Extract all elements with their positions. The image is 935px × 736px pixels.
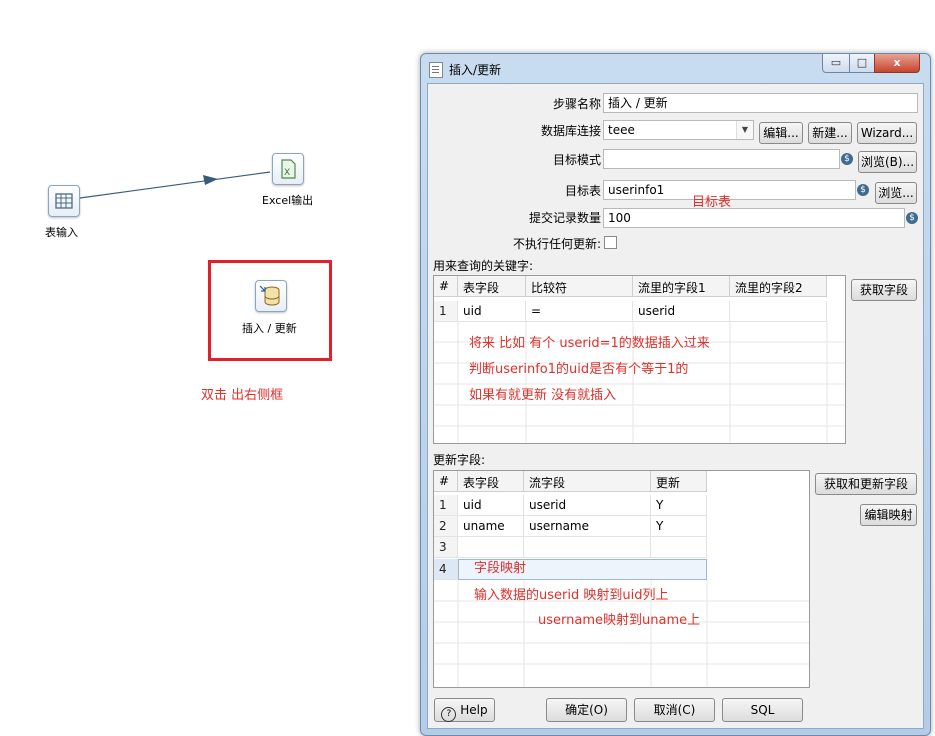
- svg-text:X: X: [284, 168, 290, 178]
- db-connection-label: 数据库连接: [540, 124, 601, 138]
- chevron-down-icon[interactable]: ▼: [736, 121, 753, 139]
- update-fields-table[interactable]: # 表字段 流字段 更新 1 uid userid Y 2 uname user…: [433, 470, 810, 688]
- new-connection-button[interactable]: 新建...: [808, 122, 852, 144]
- edit-connection-button[interactable]: 编辑...: [759, 122, 803, 144]
- step-name-input[interactable]: 插入 / 更新: [603, 93, 918, 113]
- column-header[interactable]: 流里的字段1: [633, 276, 730, 297]
- dialog-title-icon: [429, 62, 443, 78]
- help-button-label: Help: [460, 703, 488, 717]
- get-update-fields-button[interactable]: 获取和更新字段: [815, 473, 917, 495]
- get-fields-button[interactable]: 获取字段: [851, 279, 917, 301]
- close-button[interactable]: x: [874, 54, 920, 73]
- target-schema-input[interactable]: [603, 149, 840, 169]
- help-button[interactable]: ? Help: [434, 698, 495, 722]
- column-header[interactable]: 比较符: [526, 276, 633, 297]
- row-number: 2: [434, 516, 458, 537]
- stream-field2-cell[interactable]: [730, 301, 827, 322]
- wizard-button[interactable]: Wizard...: [857, 122, 917, 144]
- insert-update-dialog: 插入/更新 ▭ □ x 步骤名称 插入 / 更新 数据库连接 teee ▼ 编辑…: [420, 53, 931, 736]
- db-connection-value: teee: [608, 123, 635, 137]
- update-annotation-line: username映射到uname上: [538, 613, 701, 628]
- insert-update-label: 插入 / 更新: [242, 322, 297, 335]
- no-update-label: 不执行任何更新:: [512, 237, 601, 251]
- row-number: 1: [434, 495, 458, 516]
- stream-field-cell[interactable]: [524, 537, 651, 558]
- table-grid-icon: [55, 193, 73, 209]
- row-number: 4: [434, 559, 458, 580]
- update-flag-cell[interactable]: Y: [651, 516, 707, 537]
- table-input-icon[interactable]: [48, 185, 80, 217]
- commit-size-label: 提交记录数量: [528, 211, 601, 225]
- stream-field-cell[interactable]: userid: [524, 495, 651, 516]
- browse-table-button[interactable]: 浏览...: [875, 182, 917, 204]
- lookup-keys-table[interactable]: # 表字段 比较符 流里的字段1 流里的字段2 1 uid = userid 将…: [433, 275, 846, 444]
- insert-update-icon[interactable]: [255, 280, 287, 312]
- table-field-cell[interactable]: [458, 537, 524, 558]
- no-update-checkbox[interactable]: [604, 236, 617, 249]
- db-connection-select[interactable]: teee ▼: [603, 120, 754, 140]
- column-header[interactable]: 流里的字段2: [730, 276, 827, 297]
- row-number: 3: [434, 537, 458, 558]
- variable-icon: $: [906, 212, 918, 224]
- dialog-client-area: 步骤名称 插入 / 更新 数据库连接 teee ▼ 编辑... 新建... Wi…: [427, 83, 924, 729]
- row-number: 1: [434, 301, 458, 322]
- table-input-label: 表输入: [45, 226, 78, 239]
- column-header[interactable]: 表字段: [458, 471, 524, 492]
- column-header[interactable]: #: [434, 276, 458, 297]
- target-schema-label: 目标模式: [552, 153, 601, 167]
- table-field-cell[interactable]: uname: [458, 516, 524, 537]
- column-header[interactable]: 更新: [651, 471, 707, 492]
- sql-button[interactable]: SQL: [722, 698, 803, 722]
- excel-file-icon: X: [281, 159, 296, 179]
- excel-output-label: Excel输出: [262, 194, 314, 207]
- minimize-button[interactable]: ▭: [822, 54, 850, 73]
- lookup-annotation-line: 判断userinfo1的uid是否有个等于1的: [469, 362, 689, 377]
- ok-button[interactable]: 确定(O): [546, 698, 627, 722]
- update-flag-cell[interactable]: Y: [651, 495, 707, 516]
- variable-icon: $: [841, 153, 853, 165]
- update-flag-cell[interactable]: [651, 537, 707, 558]
- lookup-annotation-line: 将来 比如 有个 userid=1的数据插入过来: [469, 336, 710, 351]
- restore-button[interactable]: □: [849, 54, 875, 73]
- commit-size-input[interactable]: 100: [603, 208, 905, 228]
- variable-icon: $: [857, 184, 869, 196]
- update-section-label: 更新字段:: [433, 453, 486, 467]
- lookup-annotation-line: 如果有就更新 没有就插入: [469, 388, 617, 403]
- column-header[interactable]: #: [434, 471, 458, 492]
- step-name-label: 步骤名称: [552, 97, 601, 111]
- hop-arrow: [79, 171, 271, 199]
- stream-field-cell[interactable]: username: [524, 516, 651, 537]
- stream-field1-cell[interactable]: userid: [633, 301, 730, 322]
- excel-output-icon[interactable]: X: [272, 153, 304, 185]
- table-field-cell[interactable]: uid: [458, 301, 526, 322]
- column-header[interactable]: 流字段: [524, 471, 651, 492]
- update-annotation-line: 字段映射: [474, 561, 527, 576]
- cancel-button[interactable]: 取消(C): [634, 698, 715, 722]
- double-click-annotation: 双击 出右侧框: [201, 388, 284, 403]
- browse-schema-button[interactable]: 浏览(B)...: [858, 151, 917, 173]
- target-table-label: 目标表: [564, 184, 601, 198]
- database-insert-icon: [259, 285, 280, 306]
- dialog-title: 插入/更新: [449, 63, 502, 77]
- lookup-section-label: 用来查询的关键字:: [433, 259, 534, 273]
- edit-mapping-button[interactable]: 编辑映射: [860, 504, 917, 526]
- update-annotation-line: 输入数据的userid 映射到uid列上: [474, 588, 669, 603]
- table-field-cell[interactable]: uid: [458, 495, 524, 516]
- target-table-value: userinfo1: [608, 183, 665, 197]
- comparator-cell[interactable]: =: [526, 301, 633, 322]
- column-header[interactable]: 表字段: [458, 276, 526, 297]
- help-icon: ?: [441, 707, 457, 722]
